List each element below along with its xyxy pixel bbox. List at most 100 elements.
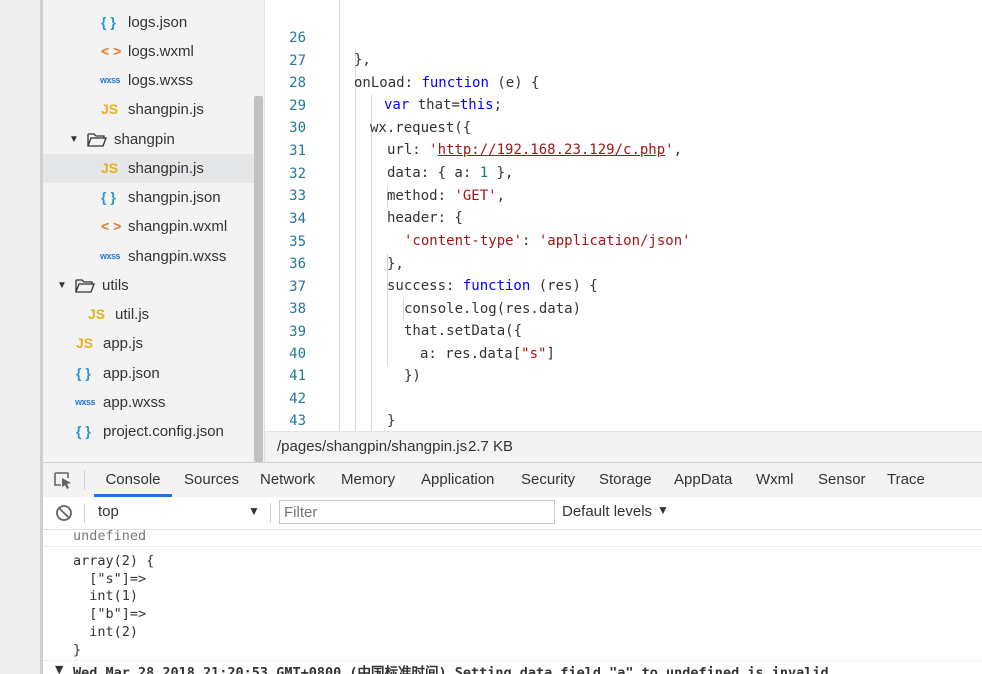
tree-item-app-json[interactable]: { } app.json xyxy=(43,359,254,388)
code-line: 42 } xyxy=(265,366,395,429)
json-file-icon: { } xyxy=(101,189,116,205)
js-file-icon: JS xyxy=(88,306,106,322)
code-token: : xyxy=(522,233,539,249)
code-token: success: xyxy=(387,278,463,294)
console-message: ["s"]=> xyxy=(73,571,147,587)
tree-item-project-config-json[interactable]: { } project.config.json xyxy=(43,417,254,446)
code-line: 30 url: 'http://192.168.23.129/c.php', xyxy=(265,95,682,158)
code-string: 'GET' xyxy=(454,188,497,204)
caret-down-icon[interactable]: ▼ xyxy=(69,125,79,154)
tree-item-label: project.config.json xyxy=(103,423,224,440)
code-editor[interactable]: 26 }, 27 onLoad: function (e) { 28 var t… xyxy=(265,0,982,431)
tree-item-logs-json[interactable]: { } logs.json xyxy=(43,8,254,37)
tree-scrollbar-thumb[interactable] xyxy=(254,96,263,462)
code-line: 44 xyxy=(265,411,299,431)
code-token: (e) { xyxy=(488,75,540,91)
code-string: 'content-type' xyxy=(404,233,523,249)
code-string: "s" xyxy=(521,346,547,362)
tab-memory[interactable]: Memory xyxy=(341,463,395,497)
window-gutter xyxy=(0,0,42,674)
message-divider xyxy=(43,660,982,661)
wxml-file-icon: < > xyxy=(101,43,122,59)
tab-console[interactable]: Console xyxy=(94,463,172,497)
code-string: ' xyxy=(665,142,674,158)
code-line: 29 wx.request({ xyxy=(265,73,471,136)
devtools-tab-bar: Console Sources Network Memory Applicati… xyxy=(43,462,982,498)
tab-network[interactable]: Network xyxy=(260,463,315,497)
code-line: 27 onLoad: function (e) { xyxy=(265,28,539,91)
indent-guide xyxy=(371,95,372,431)
tree-item-label: shangpin.json xyxy=(128,189,221,206)
indent-guide xyxy=(339,0,340,431)
indent-guide xyxy=(355,50,356,431)
tab-application[interactable]: Application xyxy=(421,463,494,497)
log-levels-dropdown[interactable]: Default levels ▼ xyxy=(562,497,682,528)
tree-item-label: shangpin.js xyxy=(128,101,204,118)
tab-wxml[interactable]: Wxml xyxy=(756,463,794,497)
code-token: ] xyxy=(546,346,555,362)
json-file-icon: { } xyxy=(76,423,91,439)
chevron-down-icon: ▼ xyxy=(248,504,260,518)
code-token: method: xyxy=(387,188,455,204)
console-toolbar: top ▼ Default levels ▼ xyxy=(43,497,982,530)
file-path: /pages/shangpin/shangpin.js xyxy=(277,438,468,455)
tree-item-label: logs.wxss xyxy=(128,72,194,89)
tree-folder-utils[interactable]: ▼ utils xyxy=(43,271,254,300)
console-message: array(2) { xyxy=(73,553,155,569)
tab-storage[interactable]: Storage xyxy=(599,463,652,497)
wxss-file-icon: wxss xyxy=(100,251,121,261)
tree-folder-shangpin[interactable]: ▼ shangpin xyxy=(43,125,254,154)
js-file-icon: JS xyxy=(101,160,119,176)
tree-item-logs-shangpin-js[interactable]: JS shangpin.js xyxy=(43,95,254,124)
tab-security[interactable]: Security xyxy=(521,463,575,497)
wxml-file-icon: < > xyxy=(101,218,122,234)
code-url-link[interactable]: http://192.168.23.129/c.php xyxy=(438,142,666,158)
editor-status-bar: /pages/shangpin/shangpin.js 2.7 KB xyxy=(265,431,982,462)
code-token: ; xyxy=(493,97,503,113)
folder-open-icon xyxy=(87,133,107,147)
tab-trace[interactable]: Trace xyxy=(887,463,925,497)
tab-sensor[interactable]: Sensor xyxy=(818,463,866,497)
console-output[interactable]: undefined array(2) { ["s"]=> int(1) ["b"… xyxy=(43,530,982,674)
file-tree: { } logs.json < > logs.wxml wxss logs.wx… xyxy=(43,0,254,462)
code-token: } xyxy=(387,413,396,429)
tree-item-label: utils xyxy=(102,277,129,294)
tree-item-app-wxss[interactable]: wxss app.wxss xyxy=(43,388,254,417)
wxss-file-icon: wxss xyxy=(100,75,121,85)
tree-item-shangpin-js[interactable]: JS shangpin.js xyxy=(43,154,254,183)
inspect-element-icon[interactable] xyxy=(53,471,73,489)
tree-item-label: shangpin.wxss xyxy=(128,248,227,265)
code-token: that= xyxy=(409,97,460,113)
tree-item-logs-wxss[interactable]: wxss logs.wxss xyxy=(43,66,254,95)
toolbar-divider xyxy=(84,503,85,523)
tree-item-shangpin-wxss[interactable]: wxss shangpin.wxss xyxy=(43,242,254,271)
tab-appdata[interactable]: AppData xyxy=(674,463,732,497)
context-select[interactable]: top ▼ xyxy=(92,497,265,528)
caret-down-icon[interactable]: ▼ xyxy=(57,271,67,300)
code-token: , xyxy=(673,142,683,158)
tree-item-logs-wxml[interactable]: < > logs.wxml xyxy=(43,37,254,66)
console-warning-message: Wed Mar 28 2018 21:20:53 GMT+0800 (中国标准时… xyxy=(73,665,837,674)
message-divider xyxy=(43,546,982,547)
tree-item-app-js[interactable]: JS app.js xyxy=(43,329,254,358)
tree-item-label: shangpin xyxy=(114,131,175,148)
context-select-value: top xyxy=(98,503,119,520)
code-line: 35 }, xyxy=(265,209,404,272)
code-line: 40 }) xyxy=(265,321,421,384)
expand-arrow-icon[interactable]: ▼ xyxy=(55,663,63,674)
tree-item-util-js[interactable]: JS util.js xyxy=(43,300,254,329)
file-size: 2.7 KB xyxy=(468,438,514,455)
code-token: onLoad: xyxy=(354,75,422,91)
json-file-icon: { } xyxy=(101,14,116,30)
tab-sources[interactable]: Sources xyxy=(184,463,239,497)
clear-console-icon[interactable] xyxy=(55,504,73,522)
code-token: header: { xyxy=(387,210,463,226)
code-token: url: xyxy=(387,142,430,158)
code-line: 38 that.setData({ xyxy=(265,276,522,339)
code-keyword: var xyxy=(384,97,410,113)
console-filter-input[interactable] xyxy=(279,500,555,524)
tree-item-shangpin-wxml[interactable]: < > shangpin.wxml xyxy=(43,212,254,241)
code-line: 37 console.log(res.data) xyxy=(265,254,581,317)
tree-item-shangpin-json[interactable]: { } shangpin.json xyxy=(43,183,254,212)
code-line: 41 xyxy=(265,343,306,384)
